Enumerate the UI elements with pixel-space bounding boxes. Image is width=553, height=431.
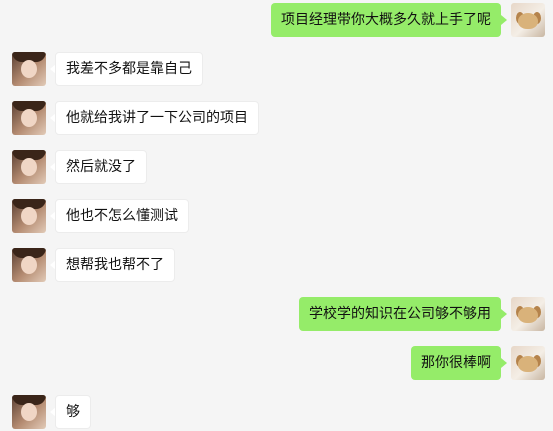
sent-message-bubble[interactable]: 学校学的知识在公司够不够用 <box>299 297 501 331</box>
message-row: 他也不怎么懂测试 <box>0 199 553 235</box>
user-avatar-icon[interactable] <box>511 346 545 380</box>
message-row: 想帮我也帮不了 <box>0 248 553 284</box>
received-message-bubble[interactable]: 然后就没了 <box>55 150 147 184</box>
contact-avatar-icon[interactable] <box>12 150 46 184</box>
contact-avatar-icon[interactable] <box>12 395 46 429</box>
received-message-bubble[interactable]: 想帮我也帮不了 <box>55 248 175 282</box>
message-text: 够 <box>66 404 80 420</box>
bubble-tail <box>501 15 507 25</box>
sent-message-bubble[interactable]: 项目经理带你大概多久就上手了呢 <box>271 3 501 37</box>
message-text: 学校学的知识在公司够不够用 <box>309 306 491 322</box>
message-text: 然后就没了 <box>66 159 136 175</box>
message-row: 我差不多都是靠自己 <box>0 52 553 88</box>
contact-avatar-icon[interactable] <box>12 248 46 282</box>
message-row: 项目经理带你大概多久就上手了呢 <box>0 3 553 39</box>
user-avatar-icon[interactable] <box>511 297 545 331</box>
contact-avatar-icon[interactable] <box>12 101 46 135</box>
message-row: 够 <box>0 395 553 431</box>
message-row: 那你很棒啊 <box>0 346 553 382</box>
received-message-bubble[interactable]: 够 <box>55 395 91 429</box>
received-message-bubble[interactable]: 他就给我讲了一下公司的项目 <box>55 101 259 135</box>
message-text: 他也不怎么懂测试 <box>66 208 178 224</box>
message-row: 他就给我讲了一下公司的项目 <box>0 101 553 137</box>
message-row: 学校学的知识在公司够不够用 <box>0 297 553 333</box>
user-avatar-icon[interactable] <box>511 3 545 37</box>
message-text: 项目经理带你大概多久就上手了呢 <box>281 12 491 28</box>
contact-avatar-icon[interactable] <box>12 199 46 233</box>
sent-message-bubble[interactable]: 那你很棒啊 <box>411 346 501 380</box>
message-row: 然后就没了 <box>0 150 553 186</box>
message-text: 他就给我讲了一下公司的项目 <box>66 110 248 126</box>
received-message-bubble[interactable]: 他也不怎么懂测试 <box>55 199 189 233</box>
message-text: 那你很棒啊 <box>421 355 491 371</box>
message-text: 我差不多都是靠自己 <box>66 61 192 77</box>
message-text: 想帮我也帮不了 <box>66 257 164 273</box>
bubble-tail <box>501 309 507 319</box>
bubble-tail <box>501 358 507 368</box>
received-message-bubble[interactable]: 我差不多都是靠自己 <box>55 52 203 86</box>
contact-avatar-icon[interactable] <box>12 52 46 86</box>
